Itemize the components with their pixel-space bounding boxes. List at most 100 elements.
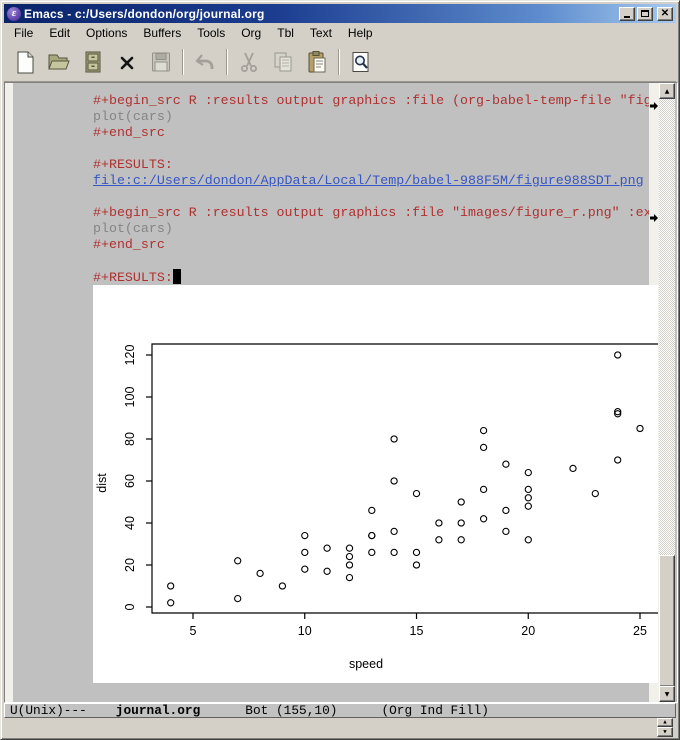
x-tick-label: 25 [633,624,647,638]
x-axis-title: speed [349,657,383,671]
modeline-position: Bot (155,10) [245,704,337,717]
buffer-line: #+end_src [13,125,649,141]
menu-item-tbl[interactable]: Tbl [269,24,302,42]
scrollbar-thumb[interactable] [659,555,675,687]
save-icon [149,50,173,74]
buffer-line: #+end_src [13,237,649,253]
vertical-scrollbar[interactable]: ▲ ▼ [659,83,675,702]
buffer-line-text: #+begin_src R :results output graphics :… [93,205,649,220]
window-title: Emacs - c:/Users/dondon/org/journal.org [24,5,619,23]
x-tick-label: 15 [410,624,424,638]
buffer-line: #+begin_src R :results output graphics :… [13,205,649,221]
menu-item-buffers[interactable]: Buffers [135,24,189,42]
copy-icon [271,50,295,74]
buffer-line [13,253,649,269]
line-truncation-arrow-icon [650,209,658,217]
mode-line: U(Unix)--- journal.org Bot (155,10) (Org… [4,703,676,718]
toolbar-separator [182,49,184,75]
buffer-line: #+RESULTS: [13,269,649,285]
inline-image-plot: 5 10 15 20 25 0 20 40 60 80 100 120 speed dist [93,285,658,683]
minibuffer-scroll-up-arrow[interactable]: ▲ [657,718,673,727]
cut-button [234,47,264,77]
emacs-app-icon: ε [7,7,21,21]
search-icon [349,50,373,74]
text-cursor [173,269,181,284]
minibuffer[interactable]: ▲ ▼ [4,718,676,737]
buffer-line-text: plot(cars) [93,109,173,124]
scrollbar-up-arrow[interactable]: ▲ [659,83,675,99]
close-icon: ✕ [661,9,669,19]
scrollbar-down-arrow[interactable]: ▼ [659,686,675,702]
editor-area: #+begin_src R :results output graphics :… [4,82,678,703]
search-button[interactable] [346,47,376,77]
dired-icon [81,50,105,74]
y-tick-label: 20 [123,558,137,572]
x-tick-label: 20 [521,624,535,638]
open-file-icon [47,50,71,74]
window-controls: ✕ [619,7,673,21]
menu-bar: FileEditOptionsBuffersToolsOrgTblTextHel… [4,23,676,42]
buffer-line-text: #+end_src [93,125,165,140]
paste-icon [305,50,329,74]
plot-background [93,285,658,683]
modeline-minor-modes: (Org Ind Fill) [381,704,489,717]
undo-icon [193,50,217,74]
maximize-button[interactable] [637,7,653,21]
buffer-line: plot(cars) [13,221,649,237]
toolbar-separator [226,49,228,75]
buffer-line-text: #+RESULTS: [93,157,173,172]
file-link[interactable]: file:c:/Users/dondon/AppData/Local/Temp/… [93,173,644,188]
menu-item-options[interactable]: Options [78,24,135,42]
buffer-line-text: #+begin_src R :results output graphics :… [93,93,649,108]
buffer-line: #+begin_src R :results output graphics :… [13,93,649,109]
modeline-buffer-name: journal.org [116,704,200,717]
new-file-button[interactable] [10,47,40,77]
line-truncation-arrow-icon [650,97,658,105]
open-file-button[interactable] [44,47,74,77]
minimize-icon [624,16,630,18]
y-tick-label: 60 [123,474,137,488]
kill-buffer-button[interactable] [112,47,142,77]
kill-buffer-icon [115,50,139,74]
buffer-line [13,189,649,205]
save-button [146,47,176,77]
buffer-line: plot(cars) [13,109,649,125]
toolbar [4,42,676,82]
menu-item-tools[interactable]: Tools [189,24,233,42]
dired-button[interactable] [78,47,108,77]
results-file-link-line: file:c:/Users/dondon/AppData/Local/Temp/… [13,173,649,189]
emacs-window: ε Emacs - c:/Users/dondon/org/journal.or… [0,0,680,740]
y-tick-label: 120 [123,345,137,366]
y-tick-label: 100 [123,387,137,408]
maximize-icon [641,10,649,17]
left-fringe [5,83,13,702]
copy-button [268,47,298,77]
y-axis-title: dist [95,473,109,493]
minimize-button[interactable] [619,7,635,21]
menu-item-help[interactable]: Help [340,24,381,42]
cars-scatter-plot: 5 10 15 20 25 0 20 40 60 80 100 120 speed dist [93,285,658,683]
paste-button[interactable] [302,47,332,77]
menu-item-org[interactable]: Org [233,24,269,42]
close-button[interactable]: ✕ [657,7,673,21]
x-tick-label: 10 [298,624,312,638]
modeline-coding: U(Unix)--- [10,704,87,717]
minibuffer-scrollbar: ▲ ▼ [657,718,673,737]
buffer-line: #+RESULTS: [13,157,649,173]
minibuffer-scroll-down-arrow[interactable]: ▼ [657,727,673,737]
new-file-icon [13,50,37,74]
menu-item-file[interactable]: File [6,24,41,42]
buffer-line [13,141,649,157]
buffer-line-text: plot(cars) [93,221,173,236]
toolbar-separator [338,49,340,75]
y-tick-label: 0 [123,603,137,610]
title-bar[interactable]: ε Emacs - c:/Users/dondon/org/journal.or… [4,4,676,23]
buffer-line-text: #+RESULTS: [93,270,173,285]
undo-button [190,47,220,77]
buffer-line-text: #+end_src [93,237,165,252]
x-tick-label: 5 [190,624,197,638]
y-tick-label: 80 [123,432,137,446]
menu-item-text[interactable]: Text [302,24,340,42]
menu-item-edit[interactable]: Edit [41,24,78,42]
y-tick-label: 40 [123,516,137,530]
